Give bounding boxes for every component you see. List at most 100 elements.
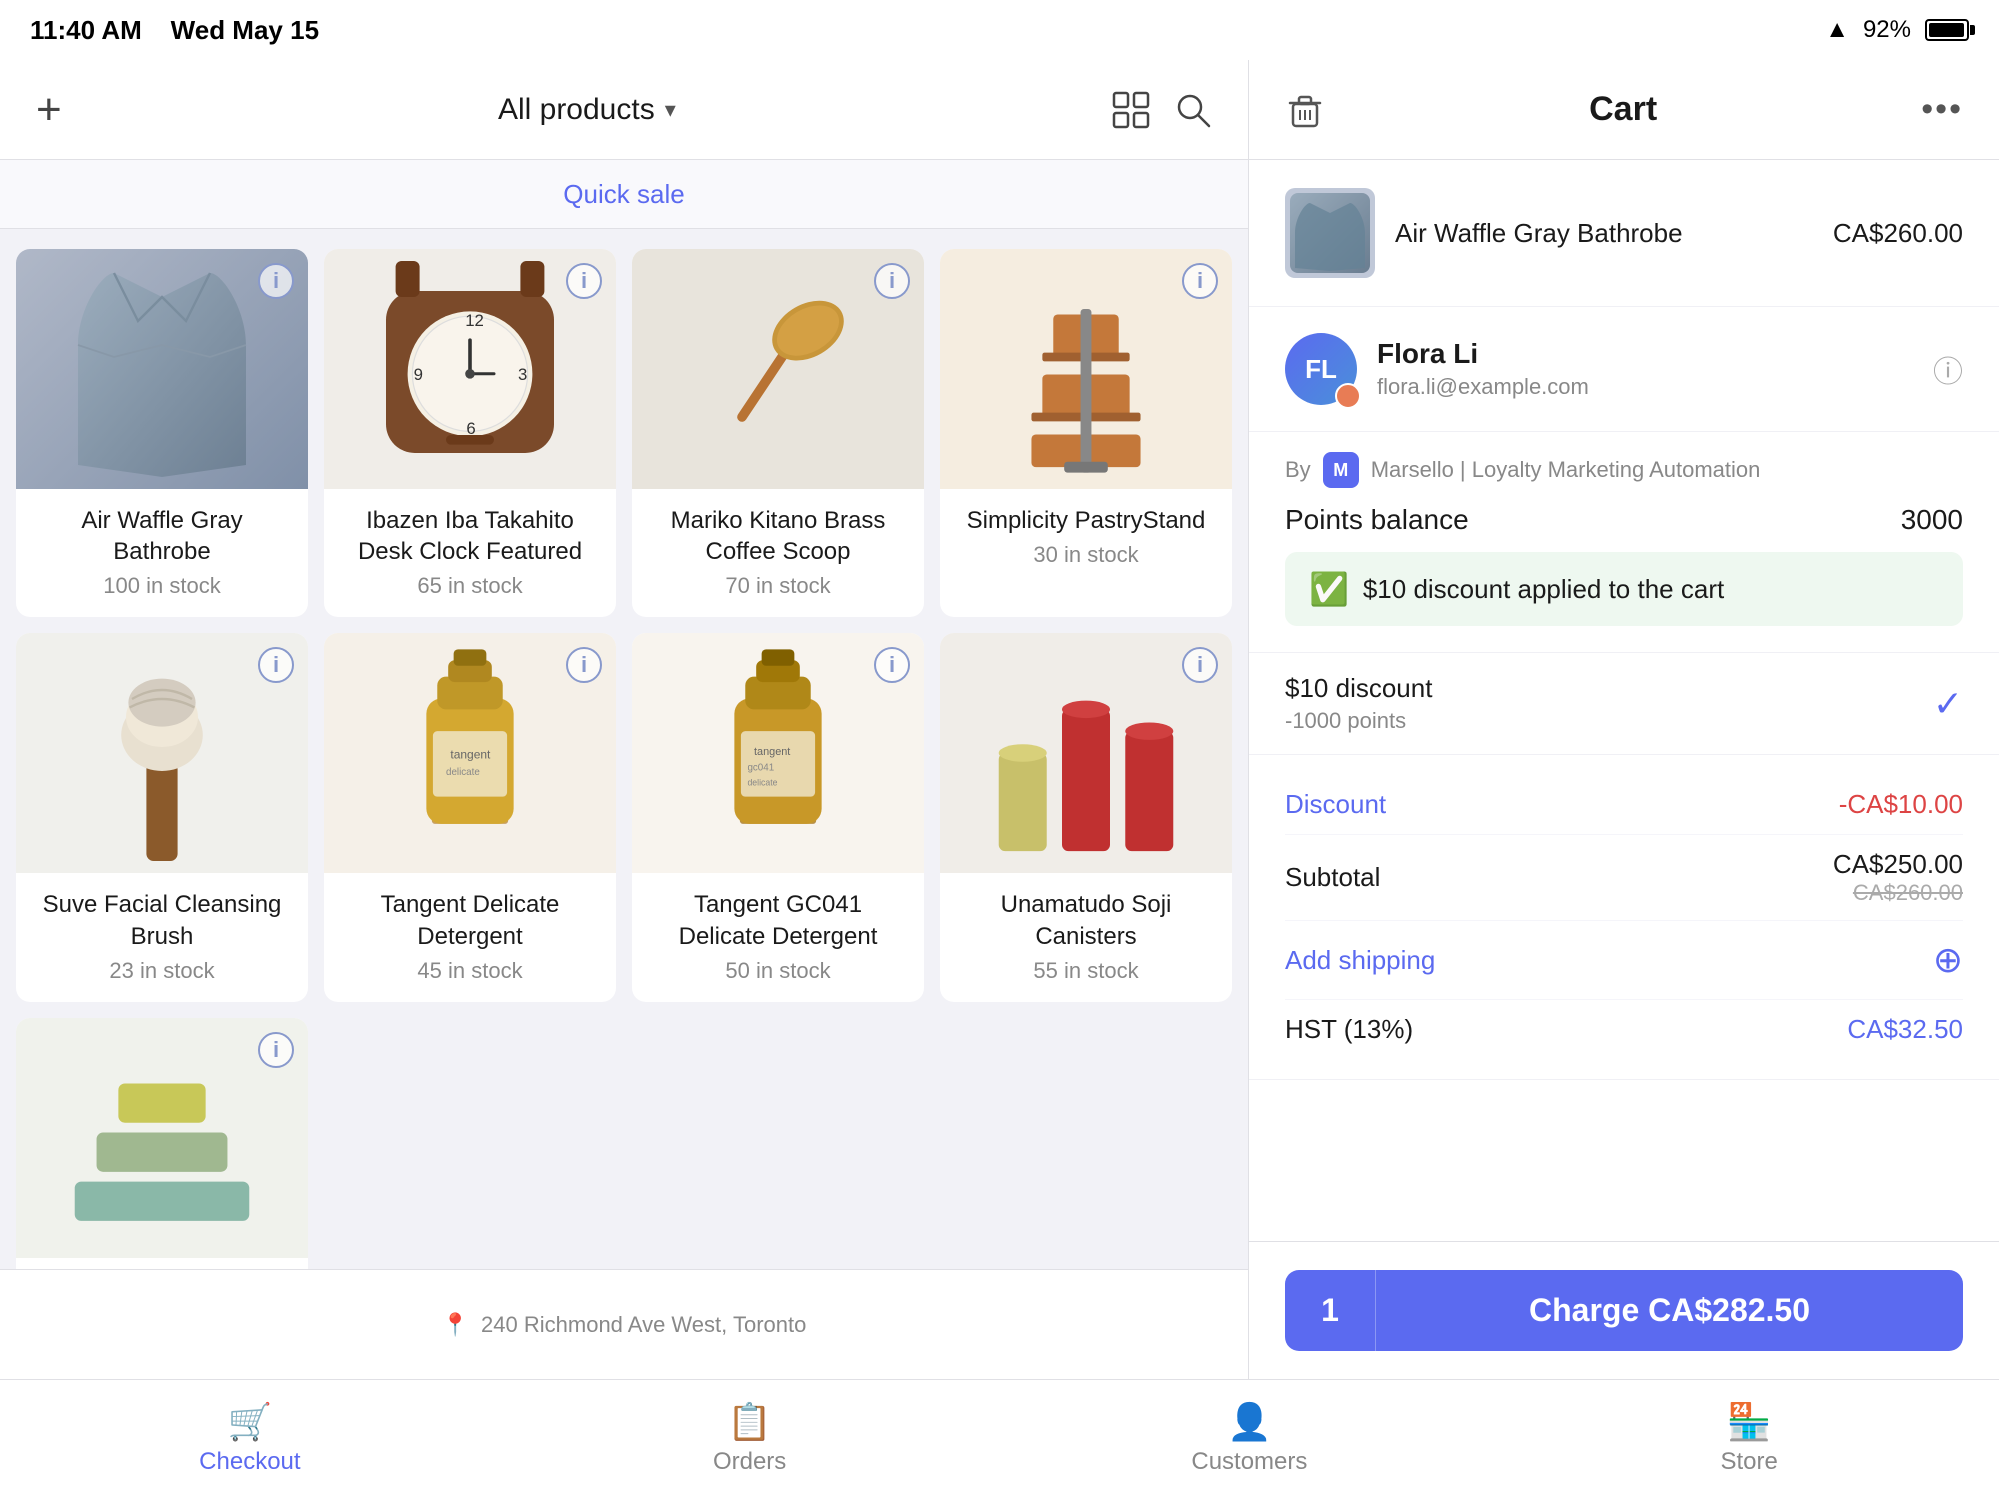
all-products-label: All products — [498, 93, 655, 127]
nav-tab-store[interactable]: 🏪 Store — [1499, 1380, 1999, 1499]
battery-text: 92% — [1863, 16, 1911, 44]
discount-value: -CA$10.00 — [1839, 789, 1963, 820]
grid-icon — [1112, 91, 1150, 129]
totals-section: Discount -CA$10.00 Subtotal CA$250.00 CA… — [1249, 755, 1999, 1080]
quantity-value: 1 — [1321, 1292, 1339, 1329]
product-name-detergent2: Tangent GC041 Delicate Detergent — [648, 889, 908, 951]
orders-icon: 📋 — [727, 1404, 772, 1440]
svg-text:6: 6 — [466, 419, 475, 438]
toolbar-left: + — [36, 85, 62, 135]
product-info-canisters: Unamatudo Soji Canisters 55 in stock — [940, 873, 1232, 1001]
add-shipping-icon[interactable]: ⊕ — [1933, 939, 1963, 981]
cart-title: Cart — [1589, 90, 1657, 129]
subtotal-col: CA$250.00 CA$260.00 — [1833, 849, 1963, 906]
product-name-bathrobe: Air Waffle Gray Bathrobe — [32, 505, 292, 567]
quantity-box[interactable]: 1 — [1285, 1270, 1375, 1351]
grid-view-button[interactable] — [1112, 91, 1150, 129]
product-image-scoop: i — [632, 249, 924, 489]
discount-applied-banner: ✅ $10 discount applied to the cart — [1285, 552, 1963, 626]
customer-name: Flora Li — [1377, 338, 1913, 370]
discount-option-row[interactable]: $10 discount -1000 points ✓ — [1249, 653, 1999, 755]
location-text: 240 Richmond Ave West, Toronto — [481, 1312, 806, 1338]
search-button[interactable] — [1174, 91, 1212, 129]
info-badge-clock[interactable]: i — [566, 263, 602, 299]
product-image-clock: 12 3 6 9 i — [324, 249, 616, 489]
all-products-dropdown[interactable]: All products ▾ — [498, 93, 676, 127]
customer-avatar: FL — [1285, 333, 1357, 405]
product-info-scoop: Mariko Kitano Brass Coffee Scoop 70 in s… — [632, 489, 924, 617]
nav-label-checkout: Checkout — [199, 1448, 300, 1476]
product-card-pastry[interactable]: i Simplicity PastryStand 30 in stock — [940, 249, 1232, 617]
svg-text:12: 12 — [465, 311, 484, 330]
discount-applied-text: $10 discount applied to the cart — [1363, 574, 1724, 605]
location-pin-icon: 📍 — [442, 1312, 469, 1338]
svg-text:delicate: delicate — [446, 767, 480, 778]
info-badge-tiered[interactable]: i — [258, 1032, 294, 1068]
nav-tab-checkout[interactable]: 🛒 Checkout — [0, 1380, 500, 1499]
product-name-canisters: Unamatudo Soji Canisters — [956, 889, 1216, 951]
toolbar-right — [1112, 91, 1212, 129]
product-name-brush: Suve Facial Cleansing Brush — [32, 889, 292, 951]
svg-text:3: 3 — [518, 365, 527, 384]
chevron-down-icon: ▾ — [665, 97, 676, 123]
left-panel: + All products ▾ — [0, 60, 1249, 1379]
nav-label-customers: Customers — [1191, 1448, 1307, 1476]
product-card-bathrobe[interactable]: i Air Waffle Gray Bathrobe 100 in stock — [16, 249, 308, 617]
product-card-tiered[interactable]: i Unamatudo Three Tiered 35 in stock — [16, 1018, 308, 1269]
product-image-brush: i — [16, 633, 308, 873]
product-image-detergent2: tangent gc041 delicate i — [632, 633, 924, 873]
product-stock-detergent2: 50 in stock — [648, 958, 908, 984]
charge-area: 1 Charge CA$282.50 — [1249, 1241, 1999, 1379]
add-button[interactable]: + — [36, 85, 62, 135]
delete-button[interactable] — [1285, 90, 1325, 130]
subtotal-row: Subtotal CA$250.00 CA$260.00 — [1285, 835, 1963, 921]
product-card-canisters[interactable]: i Unamatudo Soji Canisters 55 in stock — [940, 633, 1232, 1001]
products-grid: i Air Waffle Gray Bathrobe 100 in stock — [16, 249, 1232, 1269]
battery-icon — [1925, 19, 1969, 41]
product-stock-scoop: 70 in stock — [648, 573, 908, 599]
discount-option-points: -1000 points — [1285, 708, 1432, 734]
nav-label-store: Store — [1720, 1448, 1777, 1476]
info-badge-pastry[interactable]: i — [1182, 263, 1218, 299]
points-balance-label: Points balance — [1285, 504, 1469, 536]
status-right: ▲ 92% — [1825, 16, 1969, 44]
shipping-row[interactable]: Add shipping ⊕ — [1285, 921, 1963, 1000]
nav-tab-orders[interactable]: 📋 Orders — [500, 1380, 1000, 1499]
product-info-detergent2: Tangent GC041 Delicate Detergent 50 in s… — [632, 873, 924, 1001]
hst-label: HST (13%) — [1285, 1014, 1413, 1045]
svg-text:tangent: tangent — [450, 748, 491, 762]
charge-button[interactable]: Charge CA$282.50 — [1375, 1270, 1963, 1351]
search-icon — [1174, 91, 1212, 129]
product-card-scoop[interactable]: i Mariko Kitano Brass Coffee Scoop 70 in… — [632, 249, 924, 617]
info-badge-bathrobe[interactable]: i — [258, 263, 294, 299]
content-wrapper: + All products ▾ — [0, 60, 1999, 1379]
customer-avatar-badge — [1335, 383, 1361, 409]
product-card-clock[interactable]: 12 3 6 9 i — [324, 249, 616, 617]
subtotal-original: CA$260.00 — [1833, 880, 1963, 906]
status-bar: 11:40 AM Wed May 15 ▲ 92% — [0, 0, 1999, 60]
product-card-brush[interactable]: i Suve Facial Cleansing Brush 23 in stoc… — [16, 633, 308, 1001]
info-badge-scoop[interactable]: i — [874, 263, 910, 299]
product-info-detergent: Tangent Delicate Detergent 45 in stock — [324, 873, 616, 1001]
checked-circle-icon: ✓ — [1933, 683, 1963, 725]
product-card-detergent[interactable]: tangent delicate i Tangent Delicate Dete… — [324, 633, 616, 1001]
product-image-tiered: i — [16, 1018, 308, 1258]
loyalty-logo: M — [1323, 452, 1359, 488]
product-card-detergent2[interactable]: tangent gc041 delicate i Tangent GC041 D… — [632, 633, 924, 1001]
customer-info-button[interactable]: ⓘ — [1933, 347, 1963, 391]
more-options-button[interactable]: ••• — [1921, 90, 1963, 129]
nav-tab-customers[interactable]: 👤 Customers — [1000, 1380, 1500, 1499]
product-image-pastry: i — [940, 249, 1232, 489]
cart-item-price: CA$260.00 — [1833, 218, 1963, 249]
product-image-detergent: tangent delicate i — [324, 633, 616, 873]
cart-content: Air Waffle Gray Bathrobe CA$260.00 FL Fl… — [1249, 160, 1999, 1241]
products-area[interactable]: i Air Waffle Gray Bathrobe 100 in stock — [0, 229, 1248, 1269]
product-stock-canisters: 55 in stock — [956, 958, 1216, 984]
cart-item-name: Air Waffle Gray Bathrobe — [1395, 218, 1813, 249]
product-image-canisters: i — [940, 633, 1232, 873]
discount-total-row: Discount -CA$10.00 — [1285, 775, 1963, 835]
product-info-tiered: Unamatudo Three Tiered 35 in stock — [16, 1258, 308, 1269]
product-info-pastry: Simplicity PastryStand 30 in stock — [940, 489, 1232, 586]
points-balance-value: 3000 — [1901, 504, 1963, 536]
wifi-icon: ▲ — [1825, 16, 1849, 44]
